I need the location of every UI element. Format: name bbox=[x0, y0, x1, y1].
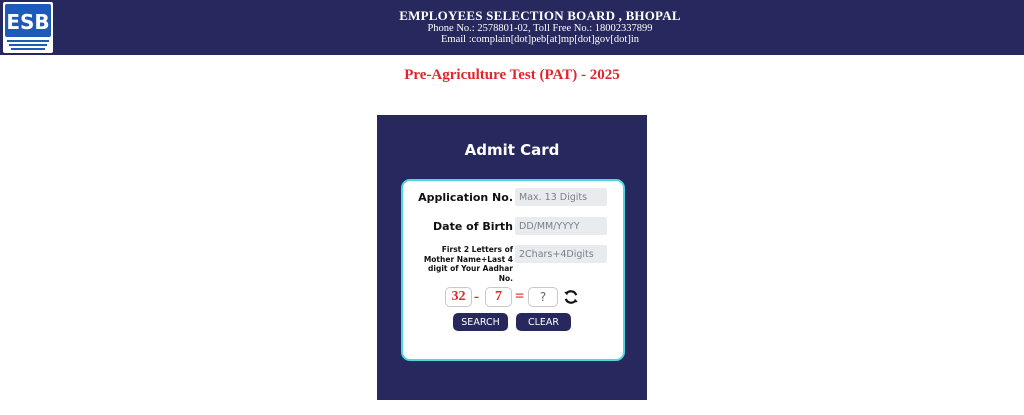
email-line: Email :complain[dot]peb[at]mp[dot]gov[do… bbox=[441, 34, 639, 45]
mother-name-aadhar-input[interactable] bbox=[515, 245, 607, 263]
application-number-label: Application No. bbox=[418, 191, 513, 204]
mother-name-aadhar-label: First 2 Letters of Mother Name+Last 4 di… bbox=[423, 245, 513, 283]
captcha-operator: - bbox=[474, 289, 479, 305]
date-of-birth-label: Date of Birth bbox=[433, 220, 513, 233]
admit-card-panel: Admit Card Application No. Date of Birth… bbox=[377, 115, 647, 400]
header-text: EMPLOYEES SELECTION BOARD , BHOPAL Phone… bbox=[340, 8, 740, 45]
svg-text:ESB: ESB bbox=[6, 10, 49, 34]
org-name: EMPLOYEES SELECTION BOARD , BHOPAL bbox=[399, 8, 681, 23]
captcha-equals: = bbox=[515, 288, 525, 305]
site-header: ESB EMPLOYEES SELECTION BOARD , BHOPAL P… bbox=[0, 0, 1024, 55]
phone-line: Phone No.: 2578801-02, Toll Free No.: 18… bbox=[427, 23, 653, 34]
application-number-input[interactable] bbox=[515, 188, 607, 206]
admit-card-title: Admit Card bbox=[464, 141, 560, 159]
captcha-operand-1: 32 bbox=[445, 287, 472, 307]
clear-button[interactable]: CLEAR bbox=[516, 313, 571, 331]
refresh-icon[interactable] bbox=[563, 289, 579, 305]
esb-logo-graphic: ESB bbox=[5, 4, 51, 50]
esb-logo[interactable]: ESB bbox=[3, 2, 53, 53]
date-of-birth-input[interactable] bbox=[515, 217, 607, 235]
search-button[interactable]: SEARCH bbox=[453, 313, 508, 331]
captcha-operand-2: 7 bbox=[485, 287, 512, 307]
exam-title: Pre-Agriculture Test (PAT) - 2025 bbox=[404, 67, 620, 83]
admit-card-form: Application No. Date of Birth First 2 Le… bbox=[401, 179, 625, 361]
captcha-answer-input[interactable] bbox=[528, 287, 558, 307]
